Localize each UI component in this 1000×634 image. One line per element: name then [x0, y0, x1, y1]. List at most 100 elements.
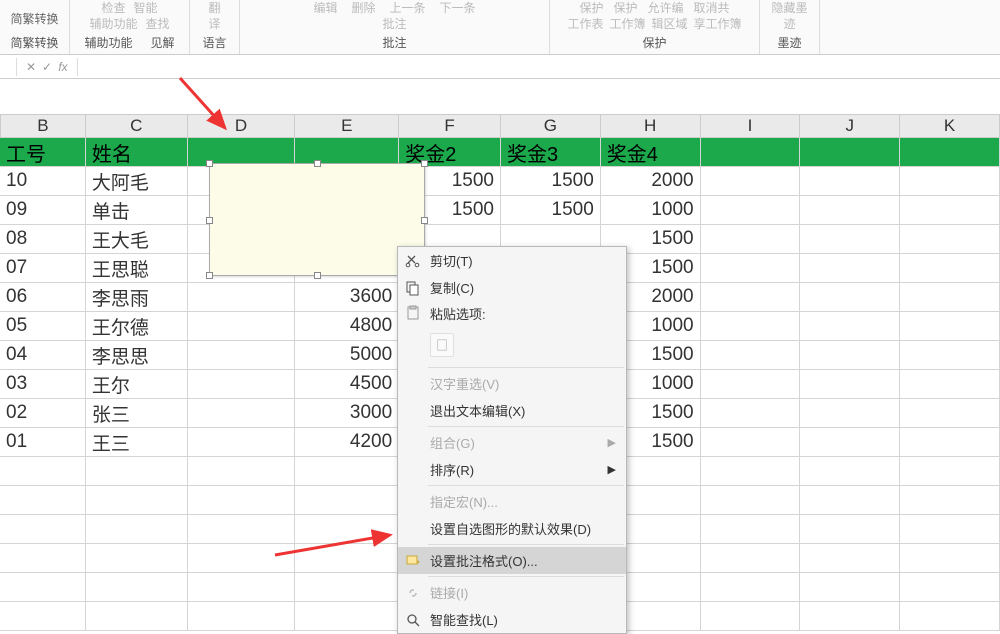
- cell[interactable]: 4500: [295, 370, 399, 399]
- cell[interactable]: [900, 138, 1000, 167]
- cell[interactable]: [900, 312, 1000, 341]
- resize-handle[interactable]: [314, 272, 321, 279]
- cell[interactable]: [86, 544, 188, 573]
- cell[interactable]: [701, 312, 801, 341]
- cell[interactable]: [188, 428, 296, 457]
- cell[interactable]: 奖金4: [601, 138, 701, 167]
- ribbon-btn[interactable]: 上一条: [390, 0, 426, 15]
- cell[interactable]: 3000: [295, 399, 399, 428]
- ribbon-btn[interactable]: 隐藏墨: [771, 0, 807, 15]
- cell[interactable]: [900, 544, 1000, 573]
- cell[interactable]: 工号: [0, 138, 86, 167]
- cell[interactable]: 1500: [501, 196, 601, 225]
- cell[interactable]: 1500: [501, 167, 601, 196]
- cell[interactable]: 4800: [295, 312, 399, 341]
- cell[interactable]: 02: [0, 399, 86, 428]
- cell[interactable]: [900, 196, 1000, 225]
- cell[interactable]: 李思思: [86, 341, 188, 370]
- cell[interactable]: [800, 167, 900, 196]
- column-header[interactable]: I: [701, 114, 801, 138]
- cell[interactable]: [800, 515, 900, 544]
- menu-smart-find[interactable]: 智能查找(L): [398, 606, 626, 633]
- cell[interactable]: 李思雨: [86, 283, 188, 312]
- resize-handle[interactable]: [314, 160, 321, 167]
- ribbon-btn[interactable]: 辑区域: [652, 15, 688, 27]
- cell[interactable]: [900, 515, 1000, 544]
- cell[interactable]: [188, 515, 296, 544]
- ribbon-btn[interactable]: 取消共: [694, 0, 730, 15]
- ribbon-btn[interactable]: 简繁转换: [10, 10, 58, 27]
- cell[interactable]: [188, 573, 296, 602]
- column-header[interactable]: E: [295, 114, 399, 138]
- cell[interactable]: [188, 602, 296, 631]
- cell[interactable]: [295, 602, 399, 631]
- cell[interactable]: [701, 167, 801, 196]
- menu-cut[interactable]: 剪切(T): [398, 247, 626, 274]
- cell[interactable]: [295, 515, 399, 544]
- cell[interactable]: [701, 602, 801, 631]
- ribbon-btn[interactable]: 翻: [208, 0, 220, 15]
- cell[interactable]: [800, 486, 900, 515]
- cell[interactable]: 06: [0, 283, 86, 312]
- cell[interactable]: [900, 428, 1000, 457]
- cell[interactable]: [900, 341, 1000, 370]
- cell[interactable]: 2000: [601, 167, 701, 196]
- cell[interactable]: [0, 486, 86, 515]
- cell[interactable]: [701, 573, 801, 602]
- cell[interactable]: [900, 486, 1000, 515]
- cell[interactable]: [900, 457, 1000, 486]
- cell[interactable]: [800, 283, 900, 312]
- cell[interactable]: [800, 254, 900, 283]
- cell[interactable]: [900, 254, 1000, 283]
- cell[interactable]: 大阿毛: [86, 167, 188, 196]
- ribbon-btn[interactable]: 编辑: [313, 0, 337, 15]
- ribbon-btn[interactable]: 辅助功能: [89, 15, 137, 27]
- cell[interactable]: [295, 573, 399, 602]
- cell[interactable]: 单击: [86, 196, 188, 225]
- menu-default-shape[interactable]: 设置自选图形的默认效果(D): [398, 515, 626, 542]
- cell[interactable]: [188, 370, 296, 399]
- cell[interactable]: [188, 399, 296, 428]
- cell[interactable]: 10: [0, 167, 86, 196]
- cell[interactable]: [86, 515, 188, 544]
- column-header[interactable]: D: [188, 114, 296, 138]
- column-header[interactable]: F: [399, 114, 501, 138]
- cell[interactable]: [0, 544, 86, 573]
- ribbon-btn[interactable]: 查找: [146, 15, 170, 27]
- cell[interactable]: [800, 544, 900, 573]
- cell[interactable]: 05: [0, 312, 86, 341]
- menu-format-comment[interactable]: 设置批注格式(O)...: [398, 547, 626, 574]
- cell[interactable]: [900, 225, 1000, 254]
- ribbon-btn[interactable]: 批注: [382, 15, 406, 27]
- cell[interactable]: 08: [0, 225, 86, 254]
- cell[interactable]: [701, 457, 801, 486]
- ribbon-btn[interactable]: 保护: [613, 0, 637, 15]
- cell[interactable]: [900, 399, 1000, 428]
- cell[interactable]: [86, 486, 188, 515]
- ribbon-btn[interactable]: 工作簿: [609, 15, 645, 27]
- cell[interactable]: [188, 283, 296, 312]
- cell[interactable]: [800, 428, 900, 457]
- cell[interactable]: [800, 457, 900, 486]
- cell[interactable]: [800, 225, 900, 254]
- cell[interactable]: [0, 573, 86, 602]
- cell[interactable]: [900, 167, 1000, 196]
- cell[interactable]: [800, 602, 900, 631]
- ribbon-btn[interactable]: 检查: [101, 0, 125, 15]
- cell[interactable]: 姓名: [86, 138, 188, 167]
- resize-handle[interactable]: [421, 160, 428, 167]
- cell[interactable]: 王尔: [86, 370, 188, 399]
- cell[interactable]: [701, 399, 801, 428]
- menu-sort[interactable]: 排序(R) ▶: [398, 456, 626, 483]
- cell[interactable]: [900, 602, 1000, 631]
- cell[interactable]: [86, 573, 188, 602]
- cell[interactable]: 王尔德: [86, 312, 188, 341]
- cell[interactable]: [900, 283, 1000, 312]
- column-header[interactable]: K: [900, 114, 1000, 138]
- cell[interactable]: [800, 138, 900, 167]
- cell[interactable]: [800, 573, 900, 602]
- cell[interactable]: 09: [0, 196, 86, 225]
- cell[interactable]: [86, 457, 188, 486]
- cancel-icon[interactable]: ✕: [23, 60, 39, 74]
- cell[interactable]: [800, 312, 900, 341]
